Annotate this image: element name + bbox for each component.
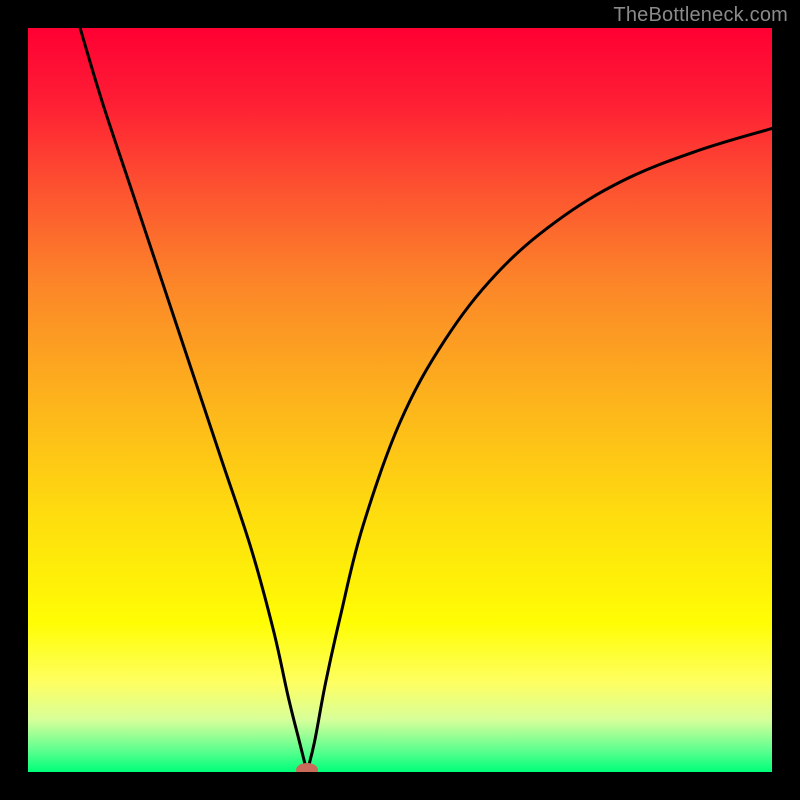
min-marker bbox=[296, 763, 318, 772]
bottleneck-curve bbox=[28, 28, 772, 772]
curve-right-branch bbox=[307, 128, 772, 772]
plot-area bbox=[28, 28, 772, 772]
watermark-text: TheBottleneck.com bbox=[613, 4, 788, 27]
curve-left-branch bbox=[80, 28, 307, 772]
chart-container: TheBottleneck.com bbox=[0, 0, 800, 800]
